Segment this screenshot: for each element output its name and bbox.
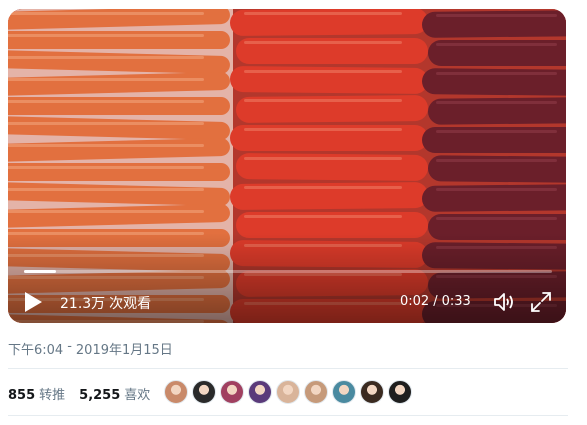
sausage-highlight bbox=[8, 78, 204, 81]
current-time: 0:02 bbox=[400, 294, 430, 309]
fullscreen-button[interactable] bbox=[530, 291, 552, 313]
sausage bbox=[8, 163, 230, 181]
liker-avatar[interactable] bbox=[248, 380, 272, 404]
tweet-date: 2019年1月15日 bbox=[75, 343, 173, 358]
sausage-highlight bbox=[244, 41, 402, 44]
sausage-highlight bbox=[8, 34, 204, 37]
sausage-highlight bbox=[244, 128, 402, 131]
sausage-highlight bbox=[244, 70, 402, 73]
divider-top bbox=[8, 368, 568, 369]
sausage-highlight bbox=[436, 217, 557, 220]
view-count-label: 次观看 bbox=[109, 296, 152, 312]
sausage bbox=[8, 31, 230, 49]
liker-avatar[interactable] bbox=[388, 380, 412, 404]
liker-avatars bbox=[164, 380, 412, 404]
view-count: 21.3万 次观看 bbox=[60, 293, 151, 313]
sausage-highlight bbox=[244, 157, 402, 160]
sausage-highlight bbox=[244, 215, 402, 218]
play-icon bbox=[25, 292, 42, 312]
sausage-highlight bbox=[8, 12, 204, 15]
sausage-highlight bbox=[436, 188, 557, 191]
tweet-time: 下午6:04 bbox=[8, 343, 64, 358]
sausage-highlight bbox=[244, 99, 402, 102]
sausage-highlight bbox=[436, 72, 557, 75]
timestamp-separator: - bbox=[67, 339, 72, 354]
retweets-stat[interactable]: 855 转推 bbox=[8, 384, 65, 403]
sausage-highlight bbox=[8, 100, 204, 103]
likes-stat[interactable]: 5,255 喜欢 bbox=[79, 384, 150, 403]
fullscreen-icon bbox=[531, 292, 551, 312]
liker-avatar[interactable] bbox=[360, 380, 384, 404]
sausage-highlight bbox=[436, 101, 557, 104]
sausage-highlight bbox=[8, 144, 204, 147]
sausage-highlight bbox=[436, 43, 557, 46]
likes-count: 5,255 bbox=[79, 388, 121, 403]
duration: 0:33 bbox=[441, 294, 471, 309]
tweet-stats: 855 转推 5,255 喜欢 bbox=[8, 384, 150, 403]
retweets-label: 转推 bbox=[39, 388, 66, 403]
view-count-value: 21.3万 bbox=[60, 296, 106, 312]
volume-button[interactable] bbox=[492, 290, 518, 314]
sausage-highlight bbox=[8, 210, 204, 213]
likes-label: 喜欢 bbox=[124, 388, 151, 403]
sausage-highlight bbox=[8, 56, 204, 59]
volume-icon bbox=[494, 293, 513, 311]
sausage-highlight bbox=[436, 159, 557, 162]
retweets-count: 855 bbox=[8, 388, 36, 403]
sausage-highlight bbox=[8, 166, 204, 169]
liker-avatar[interactable] bbox=[220, 380, 244, 404]
video-player[interactable]: 21.3万 次观看 0:02 / 0:33 bbox=[8, 9, 566, 323]
playback-time: 0:02 / 0:33 bbox=[400, 294, 471, 309]
time-separator: / bbox=[433, 294, 438, 309]
sausage-highlight bbox=[244, 186, 402, 189]
sausage bbox=[8, 97, 230, 115]
progress-bar[interactable] bbox=[24, 270, 552, 273]
divider-bottom bbox=[8, 415, 568, 416]
sausage-highlight bbox=[436, 130, 557, 133]
sausage-highlight bbox=[244, 12, 402, 15]
liker-avatar[interactable] bbox=[304, 380, 328, 404]
sausage-highlight bbox=[436, 14, 557, 17]
sausage-highlight bbox=[8, 188, 204, 191]
liker-avatar[interactable] bbox=[276, 380, 300, 404]
liker-avatar[interactable] bbox=[332, 380, 356, 404]
liker-avatar[interactable] bbox=[164, 380, 188, 404]
liker-avatar[interactable] bbox=[192, 380, 216, 404]
sausage-highlight bbox=[8, 122, 204, 125]
progress-fill bbox=[24, 270, 56, 273]
play-button[interactable] bbox=[22, 290, 44, 314]
tweet-timestamp[interactable]: 下午6:04 - 2019年1月15日 bbox=[8, 339, 173, 358]
